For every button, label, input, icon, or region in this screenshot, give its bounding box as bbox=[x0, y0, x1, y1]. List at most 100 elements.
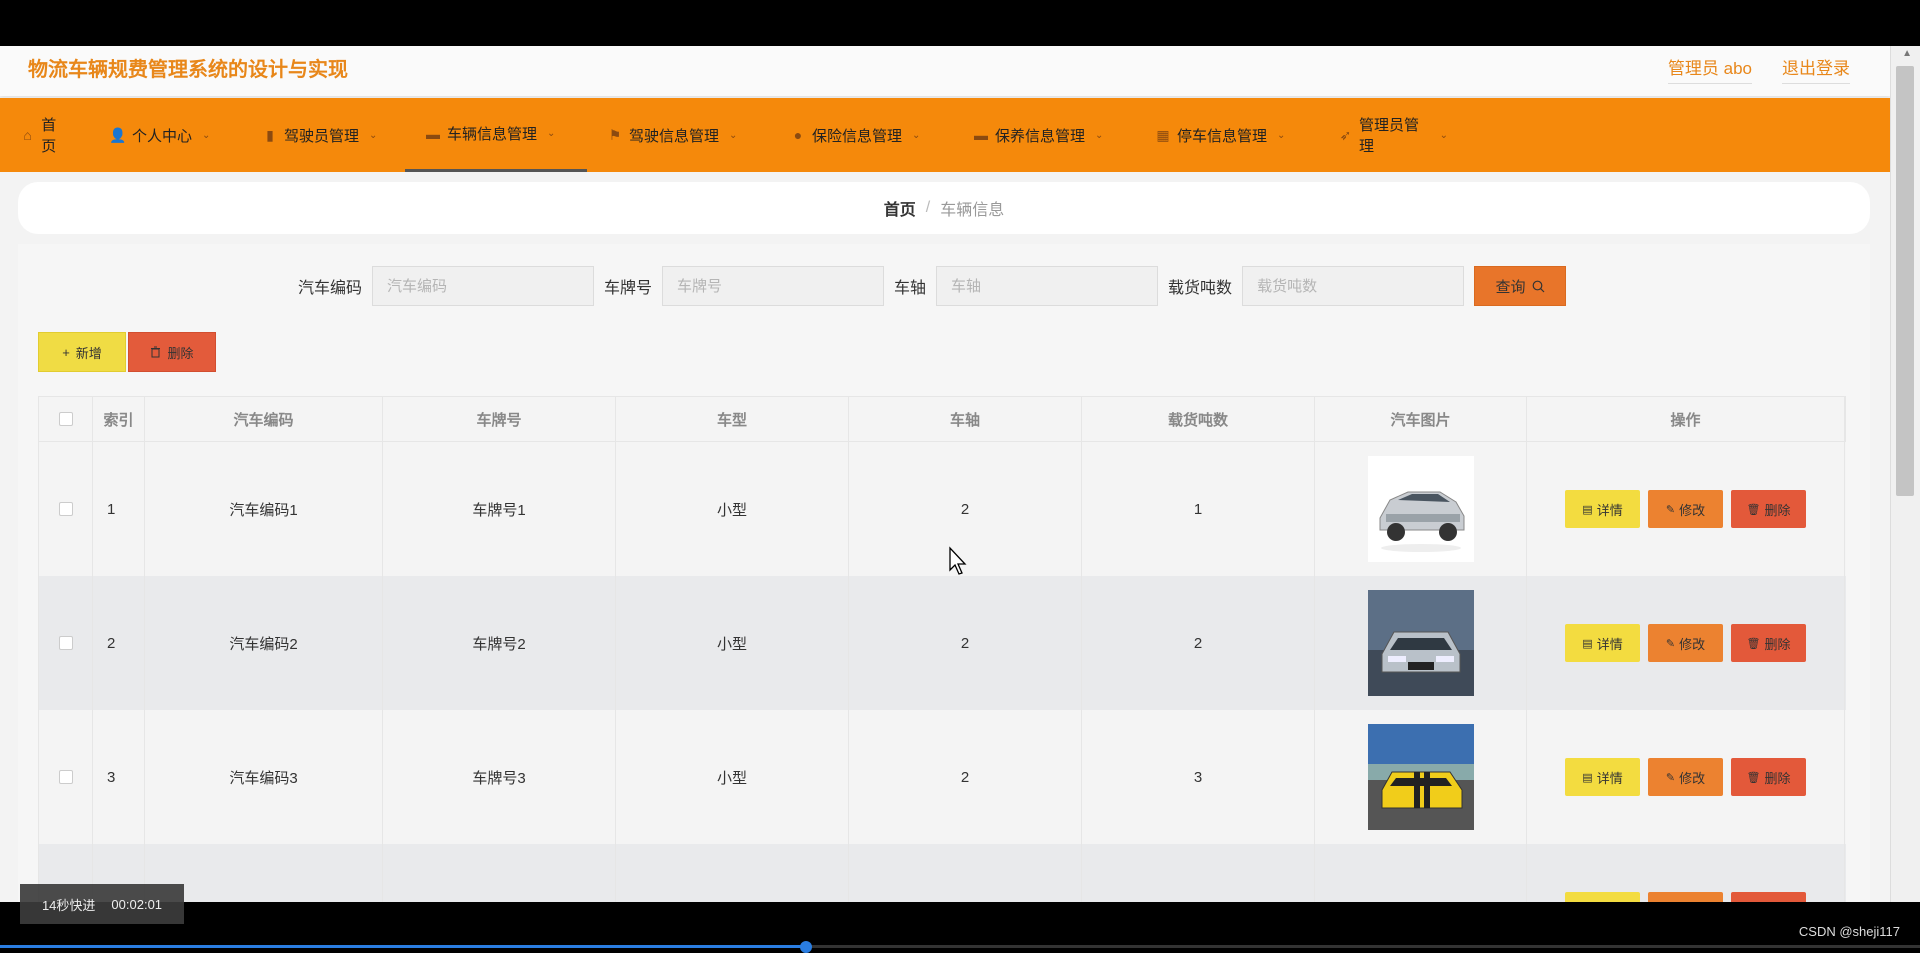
header-plate[interactable]: 车牌号 bbox=[383, 397, 616, 441]
header-image: 汽车图片 bbox=[1315, 397, 1527, 441]
nav-item-3[interactable]: ▬ 车辆信息管理 ⌄ bbox=[405, 98, 587, 172]
row-actions: ▤详情 ✎修改 🗑删除 bbox=[1527, 844, 1845, 902]
query-button[interactable]: 查询 bbox=[1474, 266, 1567, 306]
mouse-cursor-icon bbox=[949, 546, 967, 575]
detail-button[interactable]: ▤详情 bbox=[1565, 758, 1640, 796]
header-type[interactable]: 车型 bbox=[616, 397, 849, 441]
batch-delete-label: 删除 bbox=[167, 345, 194, 361]
edit-button[interactable]: ✎修改 bbox=[1648, 490, 1723, 528]
table-row[interactable]: 2 汽车编码2 车牌号2 小型 2 2 ▤ 详情 ✎ 修改 🗑 删除 bbox=[38, 576, 1846, 710]
car-image-cell bbox=[1315, 442, 1527, 576]
fast-forward-badge: 14秒快进 00:02:01 bbox=[20, 884, 184, 924]
row-action-buttons: ▤详情✎修改🗑删除 bbox=[1565, 490, 1806, 528]
current-user[interactable]: 管理员 abo bbox=[1667, 54, 1752, 84]
car-image bbox=[1368, 858, 1474, 902]
vertical-scrollbar[interactable]: ▲ bbox=[1890, 46, 1920, 902]
cell-index: 2 bbox=[93, 576, 145, 710]
search-label-plate: 车牌号 bbox=[604, 280, 653, 297]
chevron-down-icon: ⌄ bbox=[547, 128, 556, 139]
cell-axle bbox=[849, 844, 1082, 902]
video-progress-handle[interactable] bbox=[800, 941, 813, 953]
user-icon: 👤 bbox=[109, 126, 127, 143]
row-checkbox[interactable] bbox=[58, 502, 73, 516]
flag-icon: ⚑ bbox=[608, 126, 622, 143]
search-input-code[interactable] bbox=[372, 266, 595, 306]
add-button[interactable]: + 新增 bbox=[38, 332, 126, 372]
select-all-cell bbox=[39, 397, 93, 441]
nav-item-8[interactable]: ➶ 管理员管理 ⌄ bbox=[1318, 98, 1468, 172]
detail-button-label: 详情 bbox=[1596, 502, 1623, 518]
search-input-plate[interactable] bbox=[662, 266, 885, 306]
delete-button[interactable]: 🗑删除 bbox=[1731, 758, 1806, 796]
select-all-checkbox[interactable] bbox=[58, 412, 73, 426]
search-input-tonnage[interactable] bbox=[1242, 266, 1465, 306]
nav-item-7[interactable]: ▦ 停车信息管理 ⌄ bbox=[1135, 98, 1318, 172]
scroll-thumb[interactable] bbox=[1896, 66, 1914, 496]
playback-time: 00:02:01 bbox=[111, 896, 163, 912]
edit-button[interactable]: ✎修改 bbox=[1648, 758, 1723, 796]
detail-button[interactable]: ▤详情 bbox=[1565, 624, 1640, 662]
cell-index: 1 bbox=[93, 442, 145, 576]
nav-item-6[interactable]: ▬ 保养信息管理 ⌄ bbox=[953, 98, 1135, 172]
row-select-cell bbox=[39, 576, 93, 710]
chevron-down-icon: ⌄ bbox=[1439, 129, 1448, 141]
row-checkbox[interactable] bbox=[58, 636, 73, 650]
table-row[interactable]: 1 汽车编码1 车牌号1 小型 2 1 ▤ 详情 ✎ 修改 🗑 删除 bbox=[38, 442, 1846, 576]
chevron-down-icon: ⌄ bbox=[369, 129, 378, 141]
bar-chart-icon: ▮ bbox=[266, 126, 274, 143]
edit-button[interactable]: ✎修改 bbox=[1648, 624, 1723, 662]
cell-code: 汽车编码3 bbox=[145, 710, 383, 844]
car-image-cell bbox=[1315, 710, 1527, 844]
table-row[interactable]: ▤详情 ✎修改 🗑删除 bbox=[38, 844, 1846, 902]
header-axle[interactable]: 车轴 bbox=[849, 397, 1082, 441]
home-icon: ⌂ bbox=[23, 127, 32, 143]
header-actions: 操作 bbox=[1527, 397, 1845, 441]
nav-item-label: 驾驶信息管理 bbox=[629, 127, 720, 145]
main-content: 汽车编码 车牌号 车轴 载货吨数 查询 + 新增 删除 bbox=[18, 244, 1870, 902]
nav-item-label: 个人中心 bbox=[132, 127, 193, 145]
nav-item-5[interactable]: ● 保险信息管理 ⌄ bbox=[770, 98, 953, 172]
table-body: 1 汽车编码1 车牌号1 小型 2 1 ▤ 详情 ✎ 修改 🗑 删除 2 汽车编码2 车牌号2 小型 2 2 ▤ 详情… bbox=[38, 442, 1846, 902]
chevron-down-icon: ⌄ bbox=[729, 129, 738, 141]
header-code[interactable]: 汽车编码 bbox=[145, 397, 383, 441]
row-actions: ▤详情✎修改🗑删除 bbox=[1527, 576, 1845, 710]
pencil-icon: ✎ bbox=[1665, 503, 1676, 516]
scroll-up-icon[interactable]: ▲ bbox=[1902, 48, 1912, 59]
app-title: 物流车辆规费管理系统的设计与实现 bbox=[28, 57, 348, 81]
breadcrumb-current: 车辆信息 bbox=[940, 202, 1005, 219]
nav-item-label: 驾驶员管理 bbox=[284, 127, 360, 145]
trash-icon: 🗑 bbox=[1746, 637, 1761, 650]
delete-button[interactable]: 🗑删除 bbox=[1731, 490, 1806, 528]
table-row[interactable]: 3 汽车编码3 车牌号3 小型 2 3 ▤ 详情 ✎ 修改 🗑 删除 bbox=[38, 710, 1846, 844]
nav-item-2[interactable]: ▮ 驾驶员管理 ⌄ bbox=[242, 98, 405, 172]
cell-axle: 2 bbox=[849, 710, 1082, 844]
edit-button-label: 修改 bbox=[1679, 770, 1706, 786]
detail-button[interactable]: ▤详情 bbox=[1565, 892, 1640, 902]
cell-tonnage bbox=[1082, 844, 1315, 902]
nav-item-label: 停车信息管理 bbox=[1177, 127, 1268, 145]
nav-item-1[interactable]: 👤 个人中心 ⌄ bbox=[90, 98, 242, 172]
delete-button[interactable]: 🗑删除 bbox=[1731, 624, 1806, 662]
logout-link[interactable]: 退出登录 bbox=[1782, 54, 1850, 84]
delete-button[interactable]: 🗑删除 bbox=[1731, 892, 1806, 902]
delete-button-label: 删除 bbox=[1764, 502, 1791, 518]
edit-button[interactable]: ✎修改 bbox=[1648, 892, 1723, 902]
cell-plate bbox=[383, 844, 616, 902]
breadcrumb-home[interactable]: 首页 bbox=[884, 196, 916, 220]
edit-button-label: 修改 bbox=[1679, 502, 1706, 518]
header-index[interactable]: 索引 bbox=[93, 397, 145, 441]
browser-viewport: 物流车辆规费管理系统的设计与实现 管理员 abo 退出登录 ⌂ 首页 👤 个人中心 ⌄ ▮… bbox=[0, 46, 1920, 902]
action-buttons: + 新增 删除 bbox=[38, 332, 216, 372]
header-tonnage[interactable]: 载货吨数 bbox=[1082, 397, 1315, 441]
row-actions: ▤详情✎修改🗑删除 bbox=[1527, 710, 1845, 844]
car-image bbox=[1367, 456, 1474, 562]
batch-delete-button[interactable]: 删除 bbox=[128, 332, 216, 372]
nav-item-0[interactable]: ⌂ 首页 bbox=[0, 98, 90, 172]
trash-icon bbox=[151, 346, 161, 358]
breadcrumb: 首页 / 车辆信息 bbox=[18, 182, 1870, 234]
row-checkbox[interactable] bbox=[58, 770, 73, 784]
search-input-axle[interactable] bbox=[936, 266, 1159, 306]
detail-button[interactable]: ▤详情 bbox=[1565, 490, 1640, 528]
nav-item-4[interactable]: ⚑ 驾驶信息管理 ⌄ bbox=[587, 98, 770, 172]
watermark: CSDN @sheji117 bbox=[1798, 924, 1900, 939]
